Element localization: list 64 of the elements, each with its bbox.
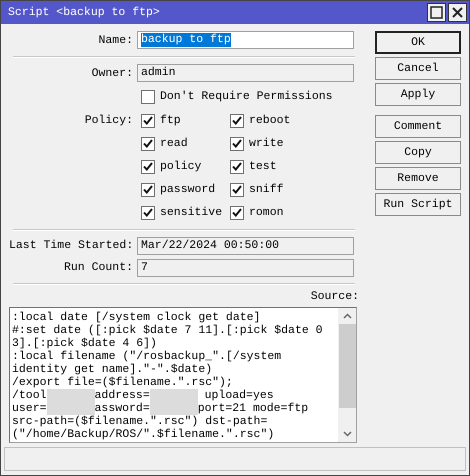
checkbox-label: ftp: [160, 112, 181, 129]
dialog-button[interactable]: Comment: [375, 115, 461, 138]
checkbox-label: password: [160, 182, 216, 198]
field-label: Source:: [310, 289, 359, 306]
dialog-button[interactable]: Copy: [375, 141, 461, 164]
code-text: :local filename ("/rosbackup_".[/system: [12, 350, 282, 364]
checked-checkbox[interactable]: [230, 114, 244, 128]
checked-checkbox[interactable]: [230, 160, 244, 174]
dialog-button[interactable]: OK: [375, 31, 461, 54]
last-time-started-field[interactable]: Mar/22/2024 00:50:00: [137, 236, 354, 255]
code-text: assword=: [94, 402, 150, 416]
checked-checkbox[interactable]: [141, 136, 155, 151]
checkbox[interactable]: [141, 90, 155, 104]
code-text: #:set date ([:pick $date 7 11].[:pick $date 0: [12, 324, 323, 338]
dialog-button[interactable]: Run Script: [375, 193, 461, 216]
code-text: upload=yes: [204, 389, 274, 402]
code-text: ("/home/Backup/ROS/".$filename.".rsc"): [12, 428, 274, 442]
code-text: identity get name]."-".$date): [12, 363, 212, 376]
field-label: Owner:: [90, 66, 134, 82]
owner-field[interactable]: admin: [137, 64, 354, 82]
redaction-block: [46, 389, 95, 402]
dialog-button[interactable]: Remove: [375, 167, 461, 190]
checkbox-label: sniff: [249, 182, 284, 198]
checkbox-label: Don't Require Permissions: [160, 88, 333, 105]
run-count-field[interactable]: 7: [137, 258, 354, 277]
dialog-button[interactable]: Cancel: [375, 57, 461, 80]
field-label: Name:: [97, 32, 134, 48]
checkbox-label: sensitive: [160, 204, 222, 221]
field-label: Run Count:: [62, 260, 134, 276]
redaction-block: [46, 402, 95, 416]
source-editor[interactable]: [9, 307, 357, 443]
code-text: 3].[:pick $date 4 6]): [12, 337, 157, 350]
code-text: address=: [94, 389, 150, 402]
field-label: Policy:: [84, 112, 134, 129]
name-field[interactable]: backup to ftp: [137, 31, 354, 50]
checkbox-label: reboot: [249, 112, 290, 129]
checked-checkbox[interactable]: [230, 206, 244, 220]
field-label: Last Time Started:: [9, 238, 134, 254]
window-title: Script <backup to ftp>: [8, 4, 160, 21]
redaction-block: [150, 402, 198, 416]
code-text: port=21 mode=ftp: [198, 402, 308, 416]
checkbox-label: test: [249, 158, 277, 175]
checked-checkbox[interactable]: [141, 114, 155, 128]
maximize-icon: [430, 6, 443, 19]
checkbox-label: romon: [249, 204, 284, 221]
scrollbar-thumb[interactable]: [338, 324, 356, 408]
checked-checkbox[interactable]: [141, 160, 155, 174]
checked-checkbox[interactable]: [230, 182, 244, 197]
checked-checkbox[interactable]: [141, 182, 155, 197]
code-text: user=: [12, 402, 47, 416]
code-text: src-path=($filename.".rsc") dst-path=: [12, 415, 268, 428]
maximize-button[interactable]: [427, 3, 446, 22]
checked-checkbox[interactable]: [141, 206, 155, 220]
dialog-button[interactable]: Apply: [375, 83, 461, 106]
code-text: /export file=($filename.".rsc");: [12, 376, 233, 390]
checkbox-label: write: [249, 136, 284, 152]
close-icon: [451, 6, 464, 19]
redaction-block: [150, 389, 198, 402]
checkbox-label: read: [160, 136, 188, 152]
code-text: /tool: [12, 389, 47, 402]
checked-checkbox[interactable]: [230, 136, 244, 151]
code-text: :local date [/system clock get date]: [12, 311, 260, 324]
checkbox-label: policy: [160, 158, 202, 175]
close-button[interactable]: [448, 3, 467, 22]
